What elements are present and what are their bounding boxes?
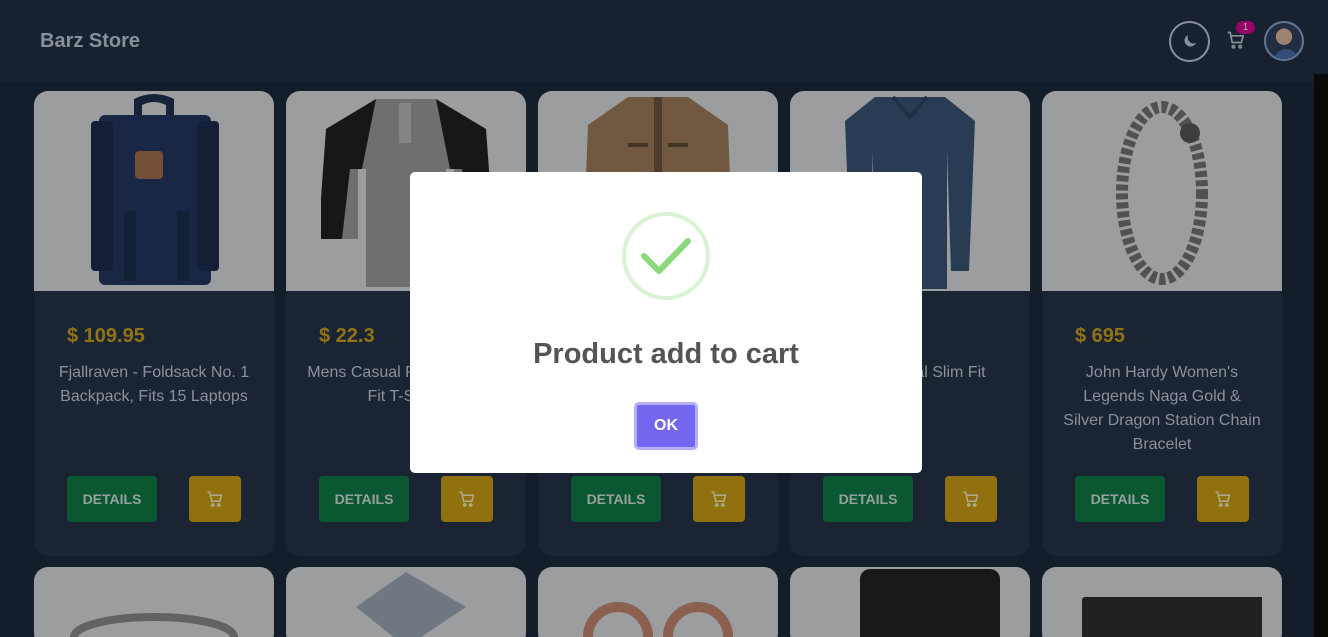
ok-button[interactable]: OK (634, 402, 698, 450)
success-check-icon (622, 212, 710, 300)
success-modal: Product add to cart OK (410, 172, 922, 473)
scrollbar[interactable] (1314, 74, 1328, 637)
modal-title: Product add to cart (533, 338, 799, 370)
